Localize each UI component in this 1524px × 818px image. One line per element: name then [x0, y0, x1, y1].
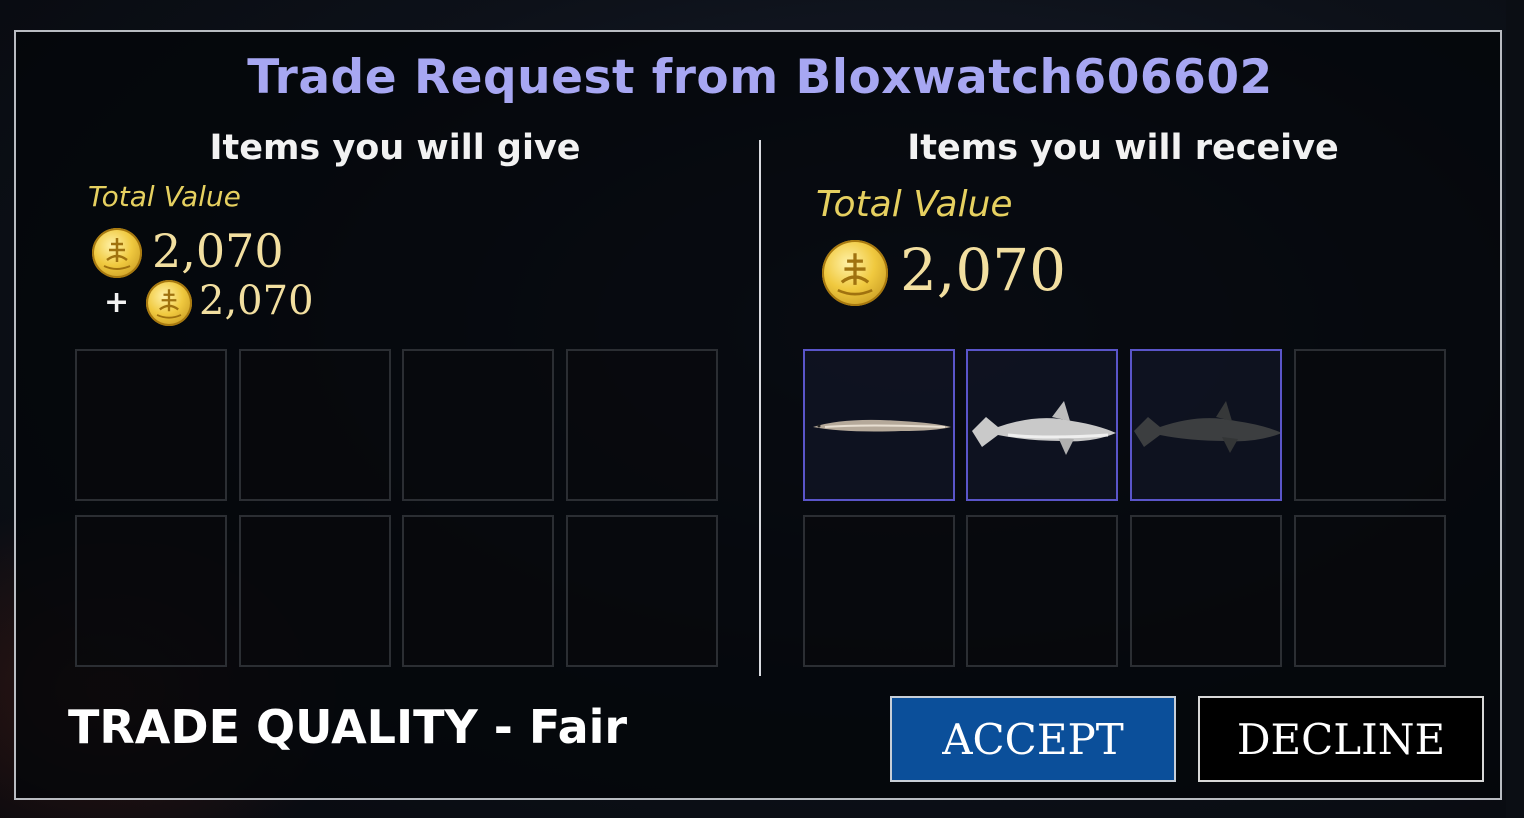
give-heading: Items you will give — [209, 128, 581, 168]
give-total-label: Total Value — [88, 180, 241, 213]
give-slot[interactable] — [239, 515, 391, 667]
receive-total-label: Total Value — [816, 184, 1013, 225]
give-slot[interactable] — [239, 349, 391, 501]
give-total-value: 2,070 — [152, 224, 284, 278]
receive-item-slot[interactable] — [803, 349, 955, 501]
accept-button[interactable]: ACCEPT — [890, 696, 1176, 782]
column-divider — [759, 140, 761, 676]
trade-quality: TRADE QUALITY - Fair — [68, 700, 628, 754]
give-extra-value: 2,070 — [199, 278, 314, 324]
coin-icon — [92, 228, 142, 278]
trade-request-title: Trade Request from Bloxwatch606602 — [247, 50, 1273, 105]
scrollbar[interactable] — [1506, 0, 1524, 818]
receive-total-value: 2,070 — [900, 236, 1067, 304]
coin-icon — [146, 280, 192, 326]
receive-item-slot[interactable] — [966, 349, 1118, 501]
give-slot[interactable] — [566, 349, 718, 501]
give-slot[interactable] — [402, 349, 554, 501]
receive-item-slot[interactable] — [1130, 349, 1282, 501]
receive-heading: Items you will receive — [907, 128, 1339, 168]
great-white-shark-icon — [972, 401, 1116, 455]
plus-sign: + — [104, 285, 130, 320]
decline-button[interactable]: DECLINE — [1198, 696, 1484, 782]
receive-slot[interactable] — [1294, 515, 1446, 667]
give-slot[interactable] — [402, 515, 554, 667]
receive-slot[interactable] — [1130, 515, 1282, 667]
give-slot[interactable] — [566, 515, 718, 667]
receive-slot[interactable] — [803, 515, 955, 667]
receive-slot[interactable] — [1294, 349, 1446, 501]
give-slot[interactable] — [75, 349, 227, 501]
dark-shark-icon — [1134, 401, 1280, 453]
coin-icon — [822, 240, 888, 306]
small-fish-icon — [813, 419, 951, 432]
receive-slot[interactable] — [966, 515, 1118, 667]
give-slot[interactable] — [75, 515, 227, 667]
